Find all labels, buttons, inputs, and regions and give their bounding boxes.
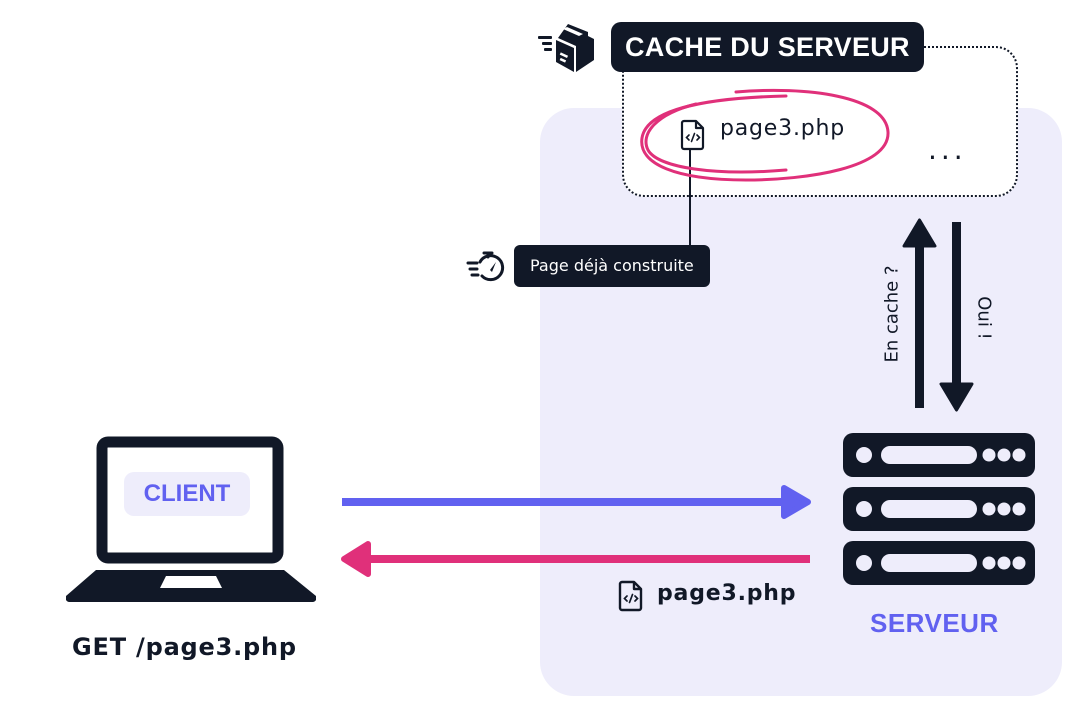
cache-hit-arrow — [939, 222, 974, 412]
laptop-icon — [66, 436, 316, 602]
code-file-icon — [680, 119, 705, 151]
server-unit — [843, 487, 1035, 531]
server-unit — [843, 541, 1035, 585]
http-arrows — [341, 485, 811, 577]
cache-check-arrows — [902, 218, 974, 412]
cache-hit-label: Oui ! — [973, 296, 995, 340]
response-file-name: page3.php — [657, 581, 797, 606]
response-arrow — [341, 541, 810, 577]
stopwatch-fast-icon — [466, 251, 505, 282]
request-arrow — [342, 485, 811, 519]
cached-file-name: page3.php — [720, 116, 846, 141]
tooltip-page-built: Page déjà construite — [514, 245, 710, 287]
more-cached-items: ... — [928, 133, 967, 166]
client-request-label: GET /page3.php — [72, 633, 297, 661]
cache-query-arrow — [902, 218, 937, 408]
cache-title-label: CACHE DU SERVEUR — [611, 22, 924, 72]
client-badge: CLIENT — [124, 472, 250, 516]
server-unit — [843, 433, 1035, 477]
server-rack-icon — [843, 433, 1035, 585]
cache-query-label: En cache ? — [881, 265, 903, 363]
package-box-icon — [538, 24, 594, 72]
code-file-icon — [618, 580, 643, 612]
server-label: SERVEUR — [870, 608, 999, 638]
